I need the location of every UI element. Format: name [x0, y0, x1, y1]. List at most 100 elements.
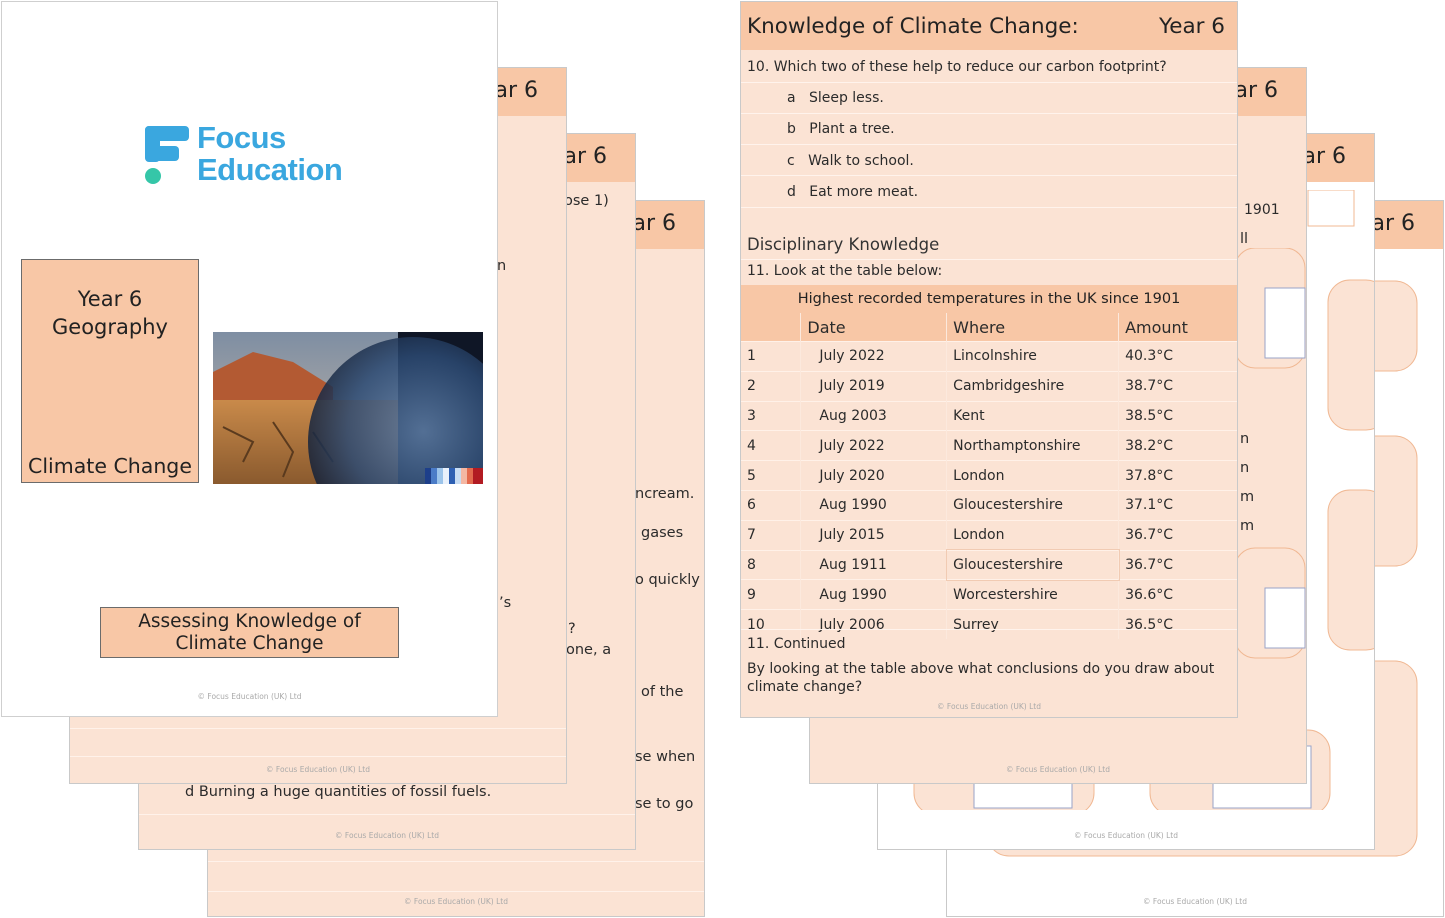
amount-cell: 37.1°C [1118, 489, 1237, 521]
option-a: a Sleep less. [787, 90, 884, 106]
question-11: 11. Look at the table below: [747, 263, 943, 279]
table-row: 2 July 2019 Cambridgeshire 38.7°C [741, 370, 1237, 402]
column-header: Amount [1118, 313, 1237, 342]
text-fragment: ose 1) [564, 193, 609, 209]
question-11-continued: 11. Continued [747, 636, 846, 652]
year-fragment: ar 6 [1371, 211, 1415, 236]
option-b: b Plant a tree. [787, 121, 895, 137]
table-row: 9 Aug 1990 Worcestershire 36.6°C [741, 579, 1237, 610]
rank-cell: 6 [741, 489, 802, 521]
subject-name: Geography [52, 315, 168, 339]
conclusion-line-2: climate change? [747, 679, 863, 695]
option-letter: d [787, 184, 796, 200]
rank-cell: 1 [741, 341, 802, 372]
where-cell: Cambridgeshire [946, 370, 1120, 402]
rank-cell: 8 [741, 549, 802, 580]
rank-cell: 7 [741, 519, 802, 551]
table-row: 4 July 2022 Northamptonshire 38.2°C [741, 430, 1237, 461]
option-text: Plant a tree. [809, 121, 895, 137]
table-row: 8 Aug 1911 Gloucestershire 36.7°C [741, 549, 1237, 581]
temperature-table: Date Where Amount 1 July 2022 Lincolnshire… [741, 313, 1237, 639]
option-text: Sleep less. [808, 90, 884, 106]
question-10: 10. Which two of these help to reduce ou… [747, 59, 1167, 75]
where-cell: Kent [946, 400, 1120, 431]
rank-cell: 10 [741, 609, 802, 639]
text-fragment: ’s [499, 595, 512, 611]
where-cell: London [946, 519, 1120, 551]
date-cell: July 2019 [800, 370, 948, 402]
amount-cell: 40.3°C [1118, 341, 1237, 372]
table-row: 6 Aug 1990 Gloucestershire 37.1°C [741, 489, 1237, 521]
page-footer: © Focus Education (UK) Ltd [404, 897, 508, 906]
rank-cell: 9 [741, 579, 802, 610]
table-header-row: Date Where Amount [741, 313, 1237, 342]
date-cell: July 2020 [800, 460, 948, 491]
focus-logo-icon [145, 126, 189, 184]
assessment-title-line1: Assessing Knowledge of [138, 611, 361, 632]
page-footer: © Focus Education (UK) Ltd [1074, 831, 1178, 840]
column-header [741, 313, 802, 342]
year-fragment: ar 6 [563, 144, 607, 169]
date-cell: Aug 2003 [800, 400, 948, 431]
amount-cell: 37.8°C [1118, 460, 1237, 491]
text-fragment: n [497, 258, 507, 274]
quiz-title: Knowledge of Climate Change: [747, 14, 1079, 39]
quiz-header: Knowledge of Climate Change: Year 6 [741, 2, 1237, 50]
year-fragment: ar 6 [1302, 144, 1346, 169]
date-cell: July 2022 [800, 430, 948, 461]
amount-cell: 38.7°C [1118, 370, 1237, 402]
quiz-page: Knowledge of Climate Change: Year 6 10. … [740, 1, 1238, 718]
text-fragment: of the [641, 684, 684, 700]
where-cell: Worcestershire [946, 579, 1120, 610]
text-fragment: ll [1240, 231, 1249, 247]
text-fragment: ncream. [635, 486, 695, 502]
date-cell: July 2006 [800, 609, 948, 639]
cover-page: Focus Education Year 6 Geography Climate… [1, 1, 498, 717]
option-c: c Walk to school. [787, 153, 914, 169]
option-letter: c [787, 153, 795, 169]
rank-cell: 2 [741, 370, 802, 402]
amount-cell: 38.2°C [1118, 430, 1237, 461]
option-d: d Burning a huge quantities of fossil fu… [185, 784, 492, 800]
column-header: Where [946, 313, 1120, 342]
text-fragment: o quickly [635, 572, 700, 588]
table-caption: Highest recorded temperatures in the UK … [741, 285, 1237, 313]
subject-topic: Climate Change [28, 454, 192, 478]
rank-cell: 4 [741, 430, 802, 461]
assessment-title-box: Assessing Knowledge of Climate Change [100, 607, 399, 658]
option-letter: b [787, 121, 796, 137]
text-fragment: se when [635, 749, 696, 765]
year-fragment: ar 6 [632, 211, 676, 236]
option-letter: a [787, 90, 796, 106]
conclusion-line-1: By looking at the table above what concl… [747, 661, 1215, 677]
text-fragment: one, a [566, 642, 612, 658]
table-row: 7 July 2015 London 36.7°C [741, 519, 1237, 551]
where-cell: Gloucestershire [945, 549, 1120, 581]
page-footer: © Focus Education (UK) Ltd [335, 831, 439, 840]
text-fragment: ? [568, 621, 576, 637]
where-cell: Surrey [946, 609, 1120, 639]
amount-cell: 36.7°C [1118, 519, 1237, 551]
subject-box: Year 6 Geography Climate Change [21, 259, 199, 483]
amount-cell: 36.5°C [1118, 609, 1237, 639]
year-fragment: ar 6 [494, 78, 538, 103]
cover-footer: © Focus Education (UK) Ltd [197, 692, 302, 701]
table-row: 10 July 2006 Surrey 36.5°C [741, 609, 1237, 639]
subject-year: Year 6 [77, 287, 143, 311]
amount-cell: 36.6°C [1118, 579, 1237, 610]
page-footer: © Focus Education (UK) Ltd [1006, 765, 1110, 774]
logo-line-focus: Focus [197, 120, 286, 155]
amount-cell: 36.7°C [1118, 549, 1237, 580]
where-cell: London [946, 460, 1120, 491]
assessment-title-line2: Climate Change [175, 633, 324, 654]
where-cell: Lincolnshire [946, 341, 1120, 372]
date-cell: Aug 1990 [800, 579, 948, 610]
date-cell: Aug 1911 [800, 549, 948, 580]
date-cell: July 2022 [800, 341, 948, 372]
rank-cell: 3 [741, 400, 802, 431]
where-cell: Northamptonshire [946, 430, 1120, 461]
quiz-footer: © Focus Education (UK) Ltd [937, 702, 1041, 711]
amount-cell: 38.5°C [1118, 400, 1237, 431]
date-cell: July 2015 [800, 519, 948, 551]
logo-wordmark: Focus Education [197, 120, 343, 186]
